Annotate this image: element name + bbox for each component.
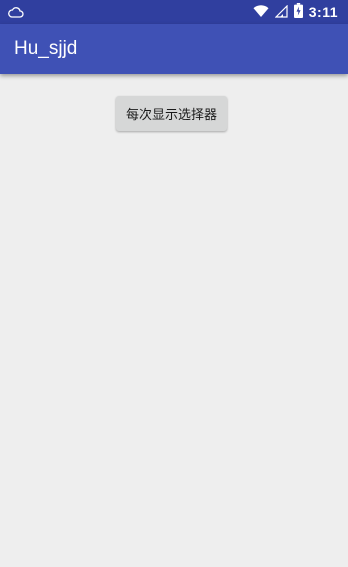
app-bar: Hu_sjjd <box>0 24 348 74</box>
status-bar: 3:11 <box>0 0 348 24</box>
status-time: 3:11 <box>308 4 338 20</box>
show-picker-button[interactable]: 每次显示选择器 <box>116 96 227 131</box>
app-title: Hu_sjjd <box>14 38 78 59</box>
signal-icon <box>274 3 288 22</box>
main-content: 每次显示选择器 <box>0 74 348 567</box>
status-left <box>8 3 24 22</box>
status-right: 3:11 <box>253 2 338 22</box>
cloud-icon <box>8 3 24 22</box>
wifi-icon <box>253 3 269 22</box>
battery-icon <box>293 2 303 22</box>
